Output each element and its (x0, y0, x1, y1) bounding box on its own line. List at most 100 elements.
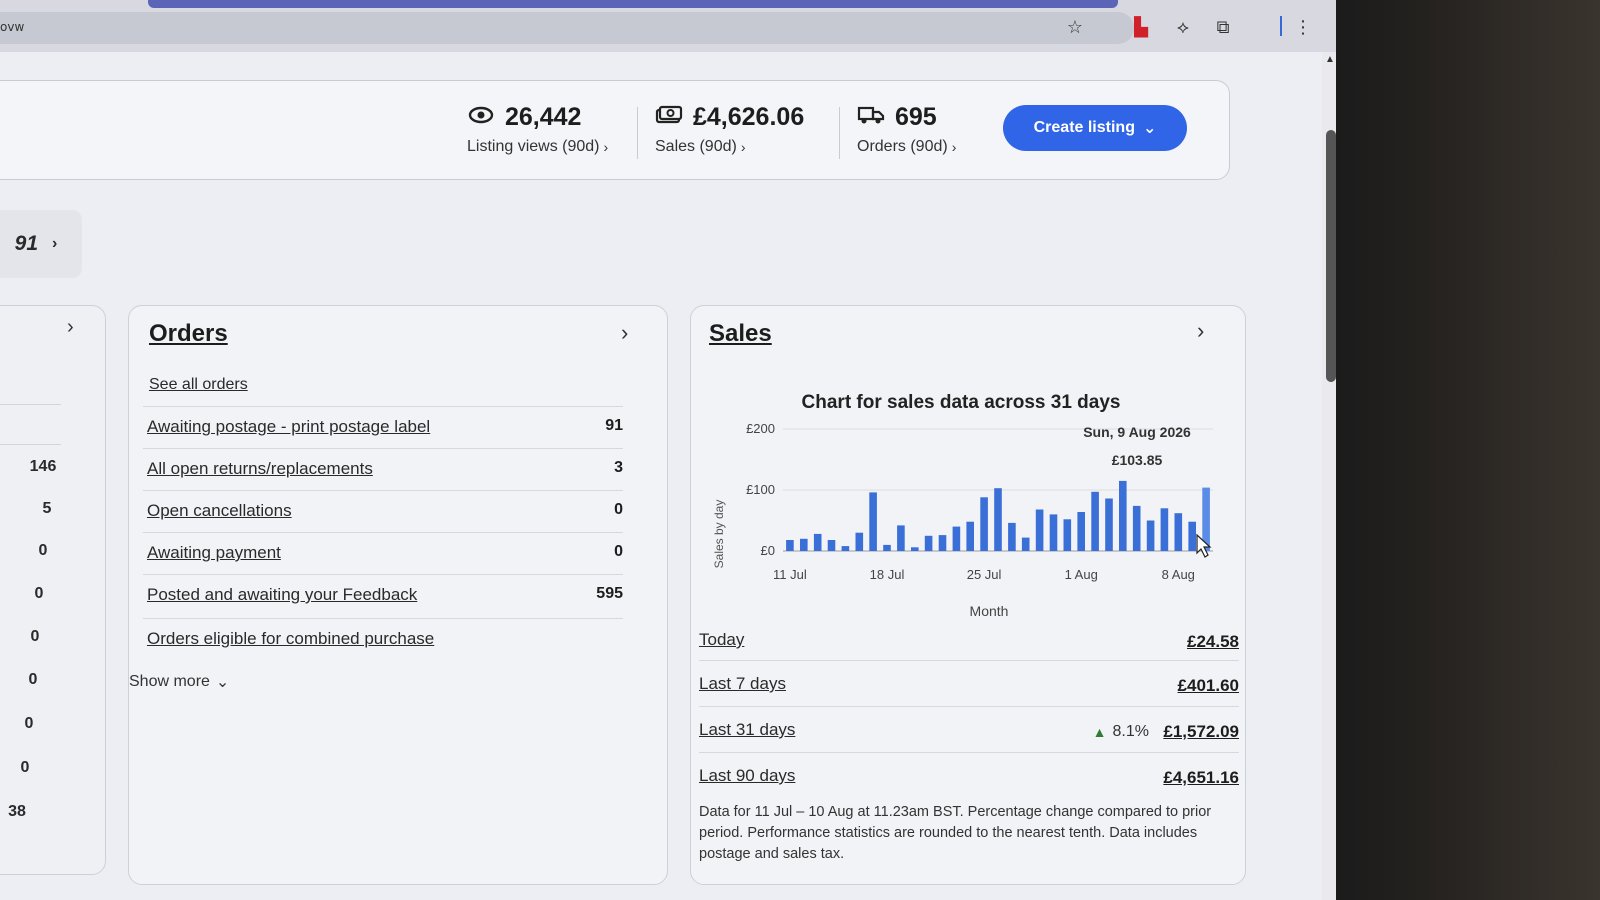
order-row-label[interactable]: Posted and awaiting your Feedback (147, 585, 417, 605)
sales-title[interactable]: Sales (709, 320, 772, 348)
scroll-up-icon[interactable]: ▲ (1325, 54, 1335, 65)
puzzle-icon[interactable]: ⧉ (1210, 14, 1236, 40)
chart-bar[interactable] (1063, 519, 1072, 551)
sales-chart[interactable]: £0£100£200 11 Jul 18 Jul 25 Jul 1 Aug 8 Aug … (701, 414, 1231, 624)
sales-value: £4,626.06 (693, 103, 805, 131)
orders-title[interactable]: Orders (149, 320, 228, 348)
sales-row-today[interactable]: Today £24.58 (699, 620, 1239, 664)
sales-row-value[interactable]: £4,651.16 (1163, 768, 1239, 788)
chart-bar[interactable] (938, 535, 947, 551)
money-icon (655, 104, 683, 132)
chart-bar[interactable] (897, 525, 905, 551)
chart-bar[interactable] (1035, 509, 1044, 552)
orders-label: Orders (90d) (857, 138, 948, 155)
bookmark-icon[interactable]: ▙ (1128, 14, 1154, 40)
chevron-right-icon: › (951, 139, 957, 155)
active-tab[interactable] (148, 0, 1118, 8)
chevron-right-icon[interactable]: › (1197, 318, 1204, 344)
chart-bar[interactable] (786, 540, 794, 551)
sales-stat[interactable]: £4,626.06 Sales (90d) › (655, 103, 804, 156)
order-row-label[interactable]: Open cancellations (147, 501, 292, 521)
chart-bar[interactable] (1049, 514, 1058, 551)
chart-bar[interactable] (966, 521, 974, 551)
sales-row-31-days[interactable]: Last 31 days ▲ 8.1% £1,572.09 (699, 710, 1239, 754)
order-row-label[interactable]: Orders eligible for combined purchase (147, 629, 434, 649)
chart-bar[interactable] (1091, 491, 1099, 551)
chart-bar[interactable] (1119, 480, 1127, 551)
chart-x-tick-label: 18 Jul (870, 567, 905, 582)
chart-bar[interactable] (1077, 512, 1085, 551)
order-row[interactable]: Awaiting payment 0 (143, 532, 623, 574)
sales-row-90-days[interactable]: Last 90 days £4,651.16 (699, 756, 1239, 800)
row-divider (699, 752, 1239, 753)
extension-icon[interactable]: ⟡ (1170, 14, 1196, 40)
chevron-right-icon[interactable]: › (621, 320, 628, 346)
chart-bar[interactable] (1008, 522, 1016, 551)
left-card-value: 0 (28, 671, 38, 688)
order-row-value: 0 (614, 501, 623, 518)
chart-bar[interactable] (855, 532, 864, 551)
chart-bars (786, 480, 1210, 552)
chevron-right-icon[interactable]: › (67, 316, 74, 339)
sales-row-label[interactable]: Last 90 days (699, 766, 795, 786)
see-all-orders-link[interactable]: See all orders (149, 376, 248, 394)
toolbar-divider (1280, 16, 1282, 36)
chart-tooltip-date: Sun, 9 Aug 2026 (1083, 424, 1191, 440)
tasks-pill[interactable]: 91 › (0, 210, 82, 278)
sales-row-value[interactable]: £401.60 (1178, 676, 1239, 696)
sales-row-7-days[interactable]: Last 7 days £401.60 (699, 664, 1239, 708)
row-divider (0, 404, 61, 405)
sales-change-value: 8.1% (1112, 723, 1149, 740)
order-row-label[interactable]: All open returns/replacements (147, 459, 373, 479)
scrollbar-thumb[interactable] (1326, 130, 1336, 382)
sales-row-label[interactable]: Last 31 days (699, 720, 795, 740)
address-bar[interactable] (0, 12, 1134, 44)
chart-bar[interactable] (911, 547, 919, 551)
chart-bar[interactable] (841, 546, 850, 551)
chart-bar[interactable] (869, 492, 877, 551)
chart-bar[interactable] (883, 544, 891, 551)
chart-bar[interactable] (924, 535, 933, 552)
listing-views-stat[interactable]: 26,442 Listing views (90d) › (467, 103, 608, 156)
row-divider (699, 706, 1239, 707)
chevron-down-icon: ⌄ (215, 674, 230, 691)
order-row[interactable]: Open cancellations 0 (143, 490, 623, 532)
order-row-label[interactable]: Awaiting postage - print postage label (147, 417, 430, 437)
chevron-down-icon: ⌄ (1142, 120, 1157, 137)
order-row-value: 91 (605, 417, 623, 434)
chart-bar[interactable] (1021, 537, 1030, 551)
left-card-value: 0 (34, 585, 44, 602)
chart-bar[interactable] (827, 540, 836, 551)
sales-row-value[interactable]: £1,572.09 (1163, 722, 1239, 742)
chart-bar[interactable] (1105, 498, 1113, 552)
orders-stat[interactable]: 695 Orders (90d) › (857, 103, 956, 156)
sales-row-value[interactable]: £24.58 (1187, 632, 1239, 652)
chart-bar[interactable] (1174, 513, 1183, 551)
chart-bar[interactable] (994, 488, 1002, 551)
chart-bar[interactable] (813, 533, 822, 551)
chart-x-ticks: 11 Jul 18 Jul 25 Jul 1 Aug 8 Aug (773, 567, 1195, 582)
order-row[interactable]: Orders eligible for combined purchase (143, 618, 623, 660)
chart-bar[interactable] (800, 538, 808, 551)
chart-bar[interactable] (1132, 505, 1141, 551)
left-card-value: 0 (38, 542, 48, 559)
order-row[interactable]: All open returns/replacements 3 (143, 448, 623, 490)
star-icon[interactable]: ☆ (1062, 14, 1088, 40)
chart-y-tick-label: £200 (746, 421, 775, 436)
create-listing-button[interactable]: Create listing ⌄ (1003, 105, 1187, 151)
order-row[interactable]: Awaiting postage - print postage label 9… (143, 406, 623, 448)
show-more-button[interactable]: Show more ⌄ (129, 672, 229, 692)
order-row-label[interactable]: Awaiting payment (147, 543, 281, 563)
menu-dots-icon[interactable]: ⋮ (1290, 14, 1316, 40)
sales-row-label[interactable]: Today (699, 630, 744, 650)
chart-bar[interactable] (980, 497, 988, 551)
row-divider (699, 660, 1239, 661)
chart-bar[interactable] (952, 526, 961, 551)
stat-divider (839, 107, 840, 159)
chart-bar[interactable] (1188, 521, 1196, 551)
address-text: ovw (0, 20, 25, 34)
sales-row-label[interactable]: Last 7 days (699, 674, 786, 694)
order-row[interactable]: Posted and awaiting your Feedback 595 (143, 574, 623, 616)
chart-bar[interactable] (1146, 520, 1155, 552)
chart-bar[interactable] (1160, 508, 1169, 551)
